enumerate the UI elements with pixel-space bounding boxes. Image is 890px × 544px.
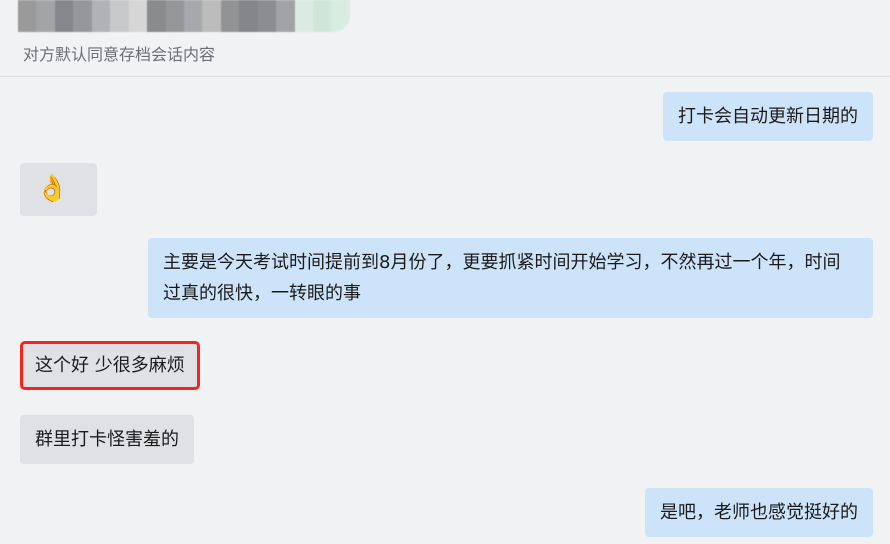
- message-bubble-received-highlighted[interactable]: 这个好 少很多麻烦: [20, 341, 200, 390]
- header-divider: [0, 76, 890, 77]
- message-bubble-sent[interactable]: 打卡会自动更新日期的: [663, 92, 873, 141]
- message-bubble-sent[interactable]: 是吧，老师也感觉挺好的: [645, 488, 873, 537]
- message-bubble-received[interactable]: 群里打卡怪害羞的: [20, 415, 194, 464]
- blurred-contact-name: [18, 0, 350, 32]
- message-bubble-sent[interactable]: 主要是今天考试时间提前到8月份了，更要抓紧时间开始学习，不然再过一个年，时间过真…: [148, 238, 873, 318]
- archive-notice: 对方默认同意存档会话内容: [23, 45, 216, 64]
- ok-hand-emoji-icon[interactable]: 👌: [20, 163, 97, 216]
